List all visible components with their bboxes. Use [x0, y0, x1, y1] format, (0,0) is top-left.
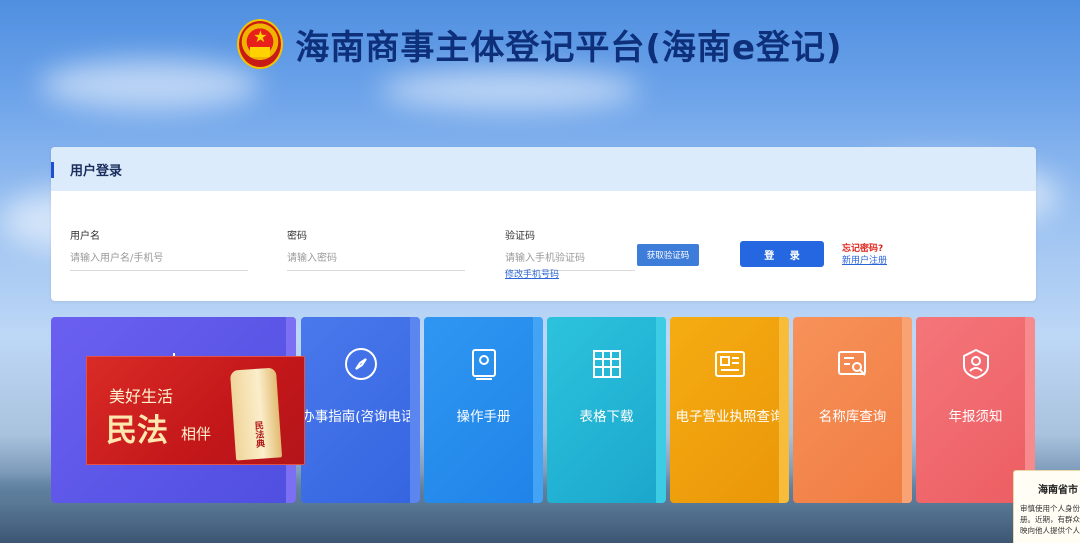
password-label: 密码: [287, 231, 307, 242]
username-input[interactable]: [70, 251, 248, 271]
captcha-field-group: 验证码: [505, 227, 635, 271]
civil-code-book-icon: 民法典: [229, 367, 283, 461]
license-document-icon: [713, 347, 747, 381]
login-panel: 用户登录 用户名 密码 验证码 获取验证码 修改手机号码 登 录 忘记密码? 新…: [51, 147, 1036, 301]
tile-guide-label: 办事指南(咨询电话): [301, 409, 420, 425]
section-marker: [51, 162, 54, 178]
tile-manual-label: 操作手册: [456, 409, 511, 425]
name-search-icon: [836, 347, 870, 381]
tile-forms[interactable]: 表格下载: [547, 317, 666, 503]
password-input[interactable]: [287, 251, 465, 271]
register-link[interactable]: 新用户注册: [842, 253, 887, 266]
change-phone-link[interactable]: 修改手机号码: [505, 267, 559, 280]
tile-license[interactable]: 电子营业执照查询: [670, 317, 789, 503]
site-header: ★ 海南商事主体登记平台(海南e登记): [0, 14, 1080, 74]
tile-annual-report-label: 年报须知: [948, 409, 1003, 425]
tile-license-label: 电子营业执照查询: [675, 409, 784, 425]
tile-manual[interactable]: 操作手册: [424, 317, 543, 503]
compass-icon: [344, 347, 378, 381]
username-field-group: 用户名: [70, 227, 248, 271]
login-section-title: 用户登录: [70, 164, 123, 179]
table-grid-icon: [590, 347, 624, 381]
manual-book-icon: [467, 347, 501, 381]
password-field-group: 密码: [287, 227, 465, 271]
national-emblem-icon: ★: [237, 19, 284, 69]
get-code-button[interactable]: 获取验证码: [637, 244, 699, 266]
banner-line2: 民法: [106, 413, 168, 449]
site-title: 海南商事主体登记平台(海南e登记): [295, 27, 843, 68]
tile-name-search[interactable]: 名称库查询: [793, 317, 912, 503]
login-button[interactable]: 登 录: [740, 241, 824, 267]
banner-line3: 相伴: [181, 425, 212, 443]
captcha-label: 验证码: [505, 231, 535, 242]
shield-user-icon: [959, 347, 993, 381]
notice-popup[interactable]: 海南省市 审慎使用个人身份注册。近期，有群众反映向他人提供个人: [1013, 470, 1080, 543]
tile-name-search-label: 名称库查询: [818, 409, 887, 425]
tile-forms-label: 表格下载: [579, 409, 634, 425]
tile-guide[interactable]: 办事指南(咨询电话): [301, 317, 420, 503]
civil-code-banner[interactable]: 美好生活 民法 相伴 民法典: [86, 356, 305, 465]
login-panel-header: 用户登录: [51, 147, 1036, 191]
notice-text: 审慎使用个人身份注册。近期，有群众反映向他人提供个人: [1020, 504, 1080, 535]
notice-title: 海南省市: [1038, 485, 1078, 496]
banner-line1: 美好生活: [109, 387, 174, 406]
banner-book-text: 民法典: [252, 420, 265, 449]
username-label: 用户名: [70, 231, 100, 242]
